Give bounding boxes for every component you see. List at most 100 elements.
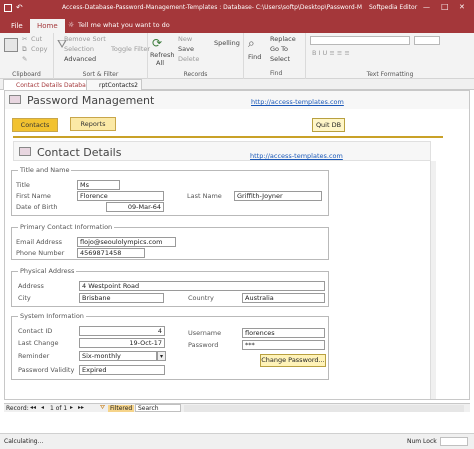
ribbon-tab-row: File Home ☼ Tell me what you want to do [0,17,474,33]
remove-sort-button[interactable]: Remove Sort [64,35,106,43]
clipboard-label: Clipboard [12,71,41,78]
replace-button[interactable]: Replace [270,35,296,43]
tell-me-input[interactable]: Tell me what you want to do [78,21,170,29]
password-label: Password [188,341,219,349]
delete-button[interactable]: Delete [178,55,199,63]
validity-label: Password Validity [18,366,75,374]
minimize-button[interactable]: — [423,3,430,11]
prev-record-button[interactable]: ◂ [41,404,44,411]
title-field[interactable]: Ms [77,180,120,190]
new-button[interactable]: New [178,35,192,43]
copy-button[interactable]: Copy [31,45,48,53]
format-painter-icon[interactable]: ✎ [22,55,27,63]
gold-divider [13,136,443,138]
tab-home[interactable]: Home [30,19,65,33]
form-scrollbar[interactable] [430,161,436,399]
clipboard-group: ✂ Cut ⧉ Copy ✎ Clipboard [0,33,54,79]
advanced-button[interactable]: Advanced [64,55,96,63]
goto-button[interactable]: Go To [270,45,288,53]
subform-icon [19,147,31,156]
chevron-down-icon[interactable]: ▾ [157,351,166,361]
country-field[interactable]: Australia [242,293,325,303]
font-family-select[interactable] [310,36,410,45]
sort-filter-group: ⛛ Remove Sort Selection Advanced Toggle … [54,33,150,79]
text-formatting-label: Text Formatting [366,71,414,78]
country-label: Country [188,294,214,302]
view-icons[interactable] [440,437,468,446]
title-bar: ↶ Access-Database-Password-Management-Te… [0,0,474,17]
font-size-select[interactable] [414,36,440,45]
brand-label: Softpedia Editor [369,4,418,11]
reminder-select[interactable]: Six-monthly [79,351,157,361]
find-icon[interactable]: ⌕ [248,36,262,50]
record-label: Record: [6,405,29,412]
tab-contact-details[interactable]: Contact Details Database [3,79,97,90]
section-heading: System Information [18,312,86,320]
find-button[interactable]: Find [248,53,261,61]
next-record-button[interactable]: ▸ [70,404,73,411]
first-name-field[interactable]: Florence [77,191,164,201]
last-name-label: Last Name [187,192,222,200]
last-change-field[interactable]: 19-Oct-17 [79,338,165,348]
save-icon[interactable] [4,4,12,12]
maximize-button[interactable]: □ [441,2,449,11]
save-record-button[interactable]: Save [178,45,194,53]
find-label: Find [270,70,283,77]
paste-icon[interactable] [4,38,18,52]
undo-icon[interactable]: ↶ [16,3,23,12]
last-record-button[interactable]: ▸▸ [78,404,84,411]
filtered-toggle[interactable]: Filtered [108,405,135,412]
website-link[interactable]: http://access-templates.com [251,98,344,106]
change-password-button[interactable]: Change Password... [260,354,326,367]
status-bar: Calculating... Num Lock [0,433,474,449]
last-name-field[interactable]: Griffith-Joyner [234,191,322,201]
username-field[interactable]: florences [242,328,325,338]
tab-rpt-contacts[interactable]: rptContacts2 [86,79,142,90]
address-field[interactable]: 4 Westpoint Road [79,281,325,291]
phone-label: Phone Number [16,249,65,257]
title-label: Title [16,181,30,189]
section-physical-address: Physical Address Address 4 Westpoint Roa… [11,267,329,307]
cut-button[interactable]: Cut [31,35,42,43]
section-heading: Title and Name [18,166,72,174]
phone-field[interactable]: 4569871458 [77,248,145,258]
reports-button[interactable]: Reports [70,117,116,131]
section-system-info: System Information Contact ID 4 Last Cha… [11,312,329,380]
section-primary-contact: Primary Contact Information Email Addres… [11,223,329,260]
cut-icon: ✂ [22,35,28,43]
sort-filter-label: Sort & Filter [82,71,119,78]
password-field[interactable]: *** [242,340,325,350]
toggle-filter-button[interactable]: Toggle Filter [111,45,150,53]
num-lock-indicator: Num Lock [407,438,437,445]
section-heading: Physical Address [18,267,77,275]
city-field[interactable]: Brisbane [79,293,164,303]
status-text: Calculating... [4,438,44,445]
section-heading: Primary Contact Information [18,223,115,231]
form-icon [9,95,21,104]
contact-id-field[interactable]: 4 [79,326,165,336]
selection-button[interactable]: Selection [64,45,94,53]
close-button[interactable]: ✕ [459,3,465,11]
select-button[interactable]: Select [270,55,290,63]
first-record-button[interactable]: ◂◂ [30,404,36,411]
contacts-button[interactable]: Contacts [12,118,58,132]
refresh-button[interactable]: Refresh [150,51,175,59]
refresh-icon[interactable]: ⟳ [152,36,166,50]
record-position[interactable]: 1 of 1 [50,405,67,412]
email-field[interactable]: flojo@seoulolympics.com [77,237,176,247]
subform-link[interactable]: http://access-templates.com [250,152,343,160]
validity-field[interactable]: Expired [79,365,165,375]
contact-id-label: Contact ID [18,327,53,335]
copy-icon: ⧉ [22,45,27,53]
spelling-button[interactable]: Spelling [214,39,240,47]
horizontal-scrollbar[interactable] [184,405,464,412]
search-box[interactable]: Search [135,404,181,412]
refresh-all-label[interactable]: All [156,59,164,67]
email-label: Email Address [16,238,62,246]
quit-db-button[interactable]: Quit DB [312,118,345,132]
lightbulb-icon: ☼ [68,21,75,29]
tab-file[interactable]: File [4,19,30,33]
last-change-label: Last Change [18,339,59,347]
record-navigation: Record: ◂◂ ◂ 1 of 1 ▸ ▸▸ ⛛ Filtered Sear… [4,403,470,412]
dob-field[interactable]: 09-Mar-64 [106,202,164,212]
